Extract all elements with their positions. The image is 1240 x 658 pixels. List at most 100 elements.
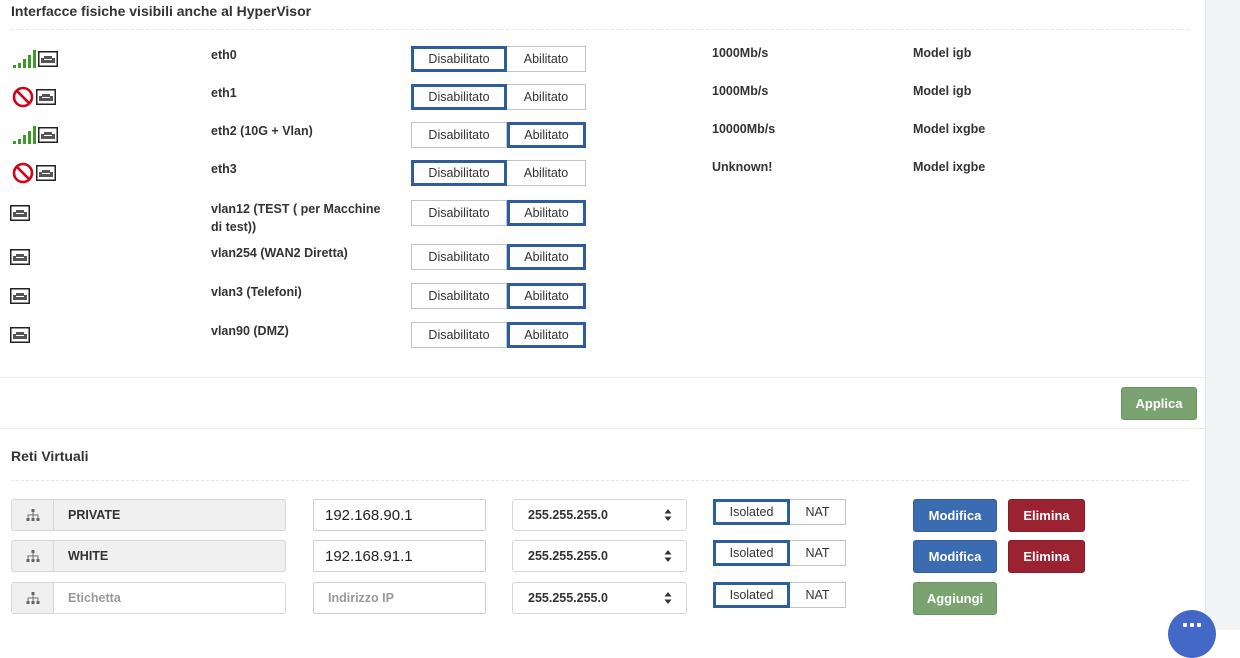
- enable-option[interactable]: Abilitato: [507, 160, 586, 186]
- nat-option[interactable]: NAT: [790, 582, 846, 608]
- disable-option[interactable]: Disabilitato: [411, 200, 507, 226]
- interface-name: vlan3 (Telefoni): [211, 285, 302, 299]
- enable-option[interactable]: Abilitato: [507, 46, 586, 72]
- interface-enable-toggle: Disabilitato Abilitato: [411, 283, 586, 309]
- virtual-networks-title: Reti Virtuali: [11, 448, 89, 464]
- interface-name: eth2 (10G + Vlan): [211, 124, 313, 138]
- section-divider-2: [0, 428, 1205, 429]
- dot-icon: [1183, 623, 1187, 627]
- network-label: PRIVATE: [68, 508, 121, 522]
- interface-speed: Unknown!: [712, 160, 773, 174]
- lan-port-icon: [36, 165, 56, 181]
- interface-icons: [12, 160, 56, 186]
- apply-button[interactable]: Applica: [1121, 387, 1197, 420]
- network-label-field: PRIVATE: [11, 499, 286, 531]
- new-network-row: Etichetta Indirizzo IP 255.255.255.0 Iso…: [0, 582, 1205, 616]
- disable-option[interactable]: Disabilitato: [411, 122, 507, 148]
- network-ip-input[interactable]: 192.168.91.1: [313, 540, 486, 572]
- interface-icons: [10, 200, 30, 226]
- ban-icon: [12, 86, 34, 108]
- ban-icon: [12, 162, 34, 184]
- interface-name: vlan254 (WAN2 Diretta): [211, 246, 348, 260]
- interface-icons: [10, 244, 30, 270]
- enable-option[interactable]: Abilitato: [507, 200, 586, 226]
- section-divider: [0, 377, 1205, 378]
- disable-option[interactable]: Disabilitato: [411, 46, 507, 72]
- delete-network-button[interactable]: Elimina: [1008, 540, 1085, 573]
- enable-option[interactable]: Abilitato: [507, 84, 586, 110]
- interface-enable-toggle: Disabilitato Abilitato: [411, 322, 586, 348]
- interface-name: eth1: [211, 86, 237, 100]
- interface-speed: 1000Mb/s: [712, 46, 769, 60]
- interface-enable-toggle: Disabilitato Abilitato: [411, 244, 586, 270]
- enable-option[interactable]: Abilitato: [507, 244, 586, 270]
- network-mode-toggle: Isolated NAT: [713, 540, 846, 566]
- interface-row: vlan90 (DMZ) Disabilitato Abilitato: [0, 322, 1205, 360]
- network-mask-select[interactable]: 255.255.255.0: [512, 499, 687, 531]
- main-panel: Interfacce fisiche visibili anche al Hyp…: [0, 0, 1205, 630]
- signal-icon: [13, 50, 36, 68]
- interface-name: vlan12 (TEST ( per Macchine di test)): [211, 202, 381, 234]
- enable-option[interactable]: Abilitato: [507, 322, 586, 348]
- select-caret-icon: [664, 509, 672, 521]
- interface-icons: [10, 283, 30, 309]
- dot-icon: [1197, 623, 1201, 627]
- virtual-title-separator: [11, 480, 1189, 481]
- new-network-ip-field[interactable]: Indirizzo IP: [313, 582, 486, 614]
- dot-icon: [1190, 623, 1194, 627]
- isolated-option[interactable]: Isolated: [713, 540, 790, 566]
- interface-row: vlan3 (Telefoni) Disabilitato Abilitato: [0, 283, 1205, 321]
- network-ip-input[interactable]: 192.168.90.1: [313, 499, 486, 531]
- chat-fab-button[interactable]: [1168, 610, 1216, 658]
- edit-network-button[interactable]: Modifica: [913, 499, 997, 532]
- interface-enable-toggle: Disabilitato Abilitato: [411, 46, 586, 72]
- enable-option[interactable]: Abilitato: [507, 122, 586, 148]
- virtual-network-row: PRIVATE 192.168.90.1 255.255.255.0 Isolated…: [0, 499, 1205, 533]
- interface-icons: [10, 322, 30, 348]
- edit-network-button[interactable]: Modifica: [913, 540, 997, 573]
- delete-network-button[interactable]: Elimina: [1008, 499, 1085, 532]
- interface-model: Model ixgbe: [913, 160, 986, 174]
- interface-row: vlan254 (WAN2 Diretta) Disabilitato Abilit…: [0, 244, 1205, 282]
- interface-model: Model igb: [913, 84, 972, 98]
- interface-row: eth2 (10G + Vlan) Disabilitato Abilitato 10…: [0, 122, 1205, 160]
- interface-row: eth0 Disabilitato Abilitato 1000Mb/s Model i…: [0, 46, 1205, 84]
- disable-option[interactable]: Disabilitato: [411, 322, 507, 348]
- network-icon: [12, 583, 54, 613]
- lan-port-icon: [10, 205, 30, 221]
- network-icon: [12, 541, 54, 571]
- title-separator: [11, 29, 1189, 30]
- network-mask-value: 255.255.255.0: [528, 508, 608, 522]
- isolated-option[interactable]: Isolated: [713, 582, 790, 608]
- nat-option[interactable]: NAT: [790, 499, 846, 525]
- new-network-mask-value: 255.255.255.0: [528, 591, 608, 605]
- select-caret-icon: [664, 592, 672, 604]
- interface-speed: 1000Mb/s: [712, 84, 769, 98]
- interface-row: vlan12 (TEST ( per Macchine di test)) Dis…: [0, 200, 1205, 238]
- network-mask-select[interactable]: 255.255.255.0: [512, 540, 687, 572]
- network-label-field: WHITE: [11, 540, 286, 572]
- interface-row: eth1 Disabilitato Abilitato 1000Mb/s Model i…: [0, 84, 1205, 122]
- disable-option[interactable]: Disabilitato: [411, 283, 507, 309]
- network-label: WHITE: [68, 549, 109, 563]
- interface-icons: [12, 46, 58, 72]
- physical-interfaces-title: Interfacce fisiche visibili anche al Hyp…: [11, 3, 312, 19]
- isolated-option[interactable]: Isolated: [713, 499, 790, 525]
- disable-option[interactable]: Disabilitato: [411, 160, 507, 186]
- interface-speed: 10000Mb/s: [712, 122, 776, 136]
- nat-option[interactable]: NAT: [790, 540, 846, 566]
- new-network-label-field[interactable]: Etichetta: [11, 582, 286, 614]
- disable-option[interactable]: Disabilitato: [411, 244, 507, 270]
- signal-icon: [13, 126, 36, 144]
- virtual-network-row: WHITE 192.168.91.1 255.255.255.0 Isolated NA…: [0, 540, 1205, 574]
- interface-name: eth3: [211, 162, 237, 176]
- lan-port-icon: [10, 288, 30, 304]
- interface-enable-toggle: Disabilitato Abilitato: [411, 160, 586, 186]
- interface-enable-toggle: Disabilitato Abilitato: [411, 200, 586, 226]
- new-network-mask-select[interactable]: 255.255.255.0: [512, 582, 687, 614]
- enable-option[interactable]: Abilitato: [507, 283, 586, 309]
- add-network-button[interactable]: Aggiungi: [913, 582, 997, 615]
- lan-port-icon: [36, 89, 56, 105]
- disable-option[interactable]: Disabilitato: [411, 84, 507, 110]
- network-mode-toggle: Isolated NAT: [713, 499, 846, 525]
